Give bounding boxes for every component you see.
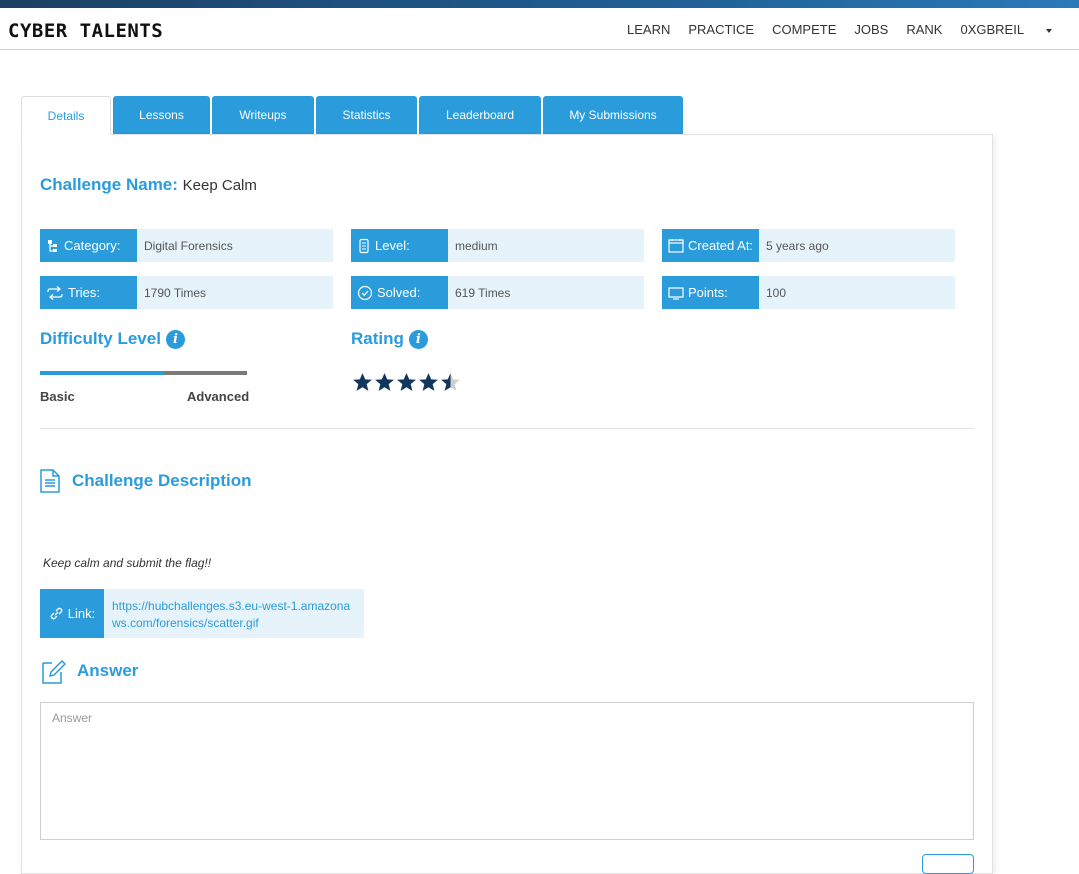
- main-nav: LEARN PRACTICE COMPETE JOBS RANK 0XGBREI…: [627, 22, 1070, 37]
- info-icon[interactable]: i: [165, 329, 185, 349]
- tab-my-submissions[interactable]: My Submissions: [543, 96, 683, 134]
- solved-value: 619 Times: [448, 276, 644, 309]
- logo[interactable]: CYBER TALENTS: [8, 20, 163, 42]
- navbar: CYBER TALENTS LEARN PRACTICE COMPETE JOB…: [0, 8, 1079, 50]
- calendar-icon: [668, 239, 684, 253]
- tab-writeups[interactable]: Writeups: [212, 96, 314, 134]
- answer-title: Answer: [42, 658, 138, 684]
- star-icon: [375, 373, 394, 391]
- info-category: Category: Digital Forensics: [40, 229, 333, 262]
- difficulty-bar: [40, 371, 247, 375]
- repeat-icon: [47, 285, 63, 300]
- tab-lessons[interactable]: Lessons: [113, 96, 210, 134]
- link-box: Link: https://hubchallenges.s3.eu-west-1…: [40, 589, 364, 638]
- points-value: 100: [759, 276, 955, 309]
- category-value: Digital Forensics: [137, 229, 333, 262]
- info-tries: Tries: 1790 Times: [40, 276, 333, 309]
- category-label: Category:: [64, 238, 121, 253]
- star-icon: [353, 373, 372, 391]
- link-label: Link:: [67, 606, 96, 621]
- nav-jobs[interactable]: JOBS: [854, 22, 888, 37]
- check-circle-icon: [357, 285, 373, 300]
- challenge-file-link[interactable]: https://hubchallenges.s3.eu-west-1.amazo…: [104, 589, 364, 638]
- star-icon: [419, 373, 438, 391]
- rating-stars: [352, 372, 461, 392]
- nav-practice[interactable]: PRACTICE: [688, 22, 754, 37]
- submit-button[interactable]: [922, 854, 974, 874]
- level-icon: [359, 238, 369, 253]
- description-title: Challenge Description: [40, 469, 251, 493]
- section-divider: [40, 428, 974, 429]
- tab-statistics[interactable]: Statistics: [316, 96, 417, 134]
- nav-learn[interactable]: LEARN: [627, 22, 670, 37]
- tab-details[interactable]: Details: [21, 96, 111, 135]
- star-icon: [397, 373, 416, 391]
- info-created: Created At: 5 years ago: [662, 229, 955, 262]
- document-icon: [40, 469, 60, 493]
- answer-box: [40, 702, 974, 840]
- tries-label: Tries:: [68, 285, 101, 300]
- difficulty-advanced-label: Advanced: [187, 389, 250, 404]
- points-label: Points:: [688, 285, 728, 300]
- nav-rank[interactable]: RANK: [906, 22, 942, 37]
- star-icon: [441, 373, 460, 391]
- difficulty-title: Difficulty Level i: [40, 329, 185, 349]
- info-points: Points: 100: [662, 276, 955, 309]
- difficulty-basic-label: Basic: [40, 389, 75, 404]
- level-value: medium: [448, 229, 644, 262]
- monitor-icon: [668, 286, 684, 300]
- link-icon: [50, 607, 63, 620]
- created-value: 5 years ago: [759, 229, 955, 262]
- info-level: Level: medium: [351, 229, 644, 262]
- caret-down-icon: [1046, 28, 1053, 33]
- rating-title: Rating i: [351, 329, 428, 349]
- solved-label: Solved:: [377, 285, 421, 300]
- level-label: Level:: [375, 238, 410, 253]
- difficulty-bar-fill: [40, 371, 165, 375]
- nav-compete[interactable]: COMPETE: [772, 22, 836, 37]
- hierarchy-icon: [48, 239, 57, 252]
- info-solved: Solved: 619 Times: [351, 276, 644, 309]
- challenge-name-label: Challenge Name:: [40, 175, 178, 194]
- user-name: 0XGBREIL: [960, 22, 1025, 37]
- description-text: Keep calm and submit the flag!!: [43, 556, 212, 570]
- edit-icon: [42, 659, 66, 684]
- tab-leaderboard[interactable]: Leaderboard: [419, 96, 541, 134]
- challenge-name-value: Keep Calm: [182, 177, 257, 194]
- tries-value: 1790 Times: [137, 276, 333, 309]
- created-label: Created At:: [688, 238, 754, 253]
- user-menu[interactable]: 0XGBREIL: [960, 22, 1053, 37]
- answer-input[interactable]: [41, 703, 973, 839]
- info-icon[interactable]: i: [408, 329, 428, 349]
- challenge-name: Challenge Name: Keep Calm: [40, 175, 257, 195]
- top-accent-bar: [0, 0, 1079, 8]
